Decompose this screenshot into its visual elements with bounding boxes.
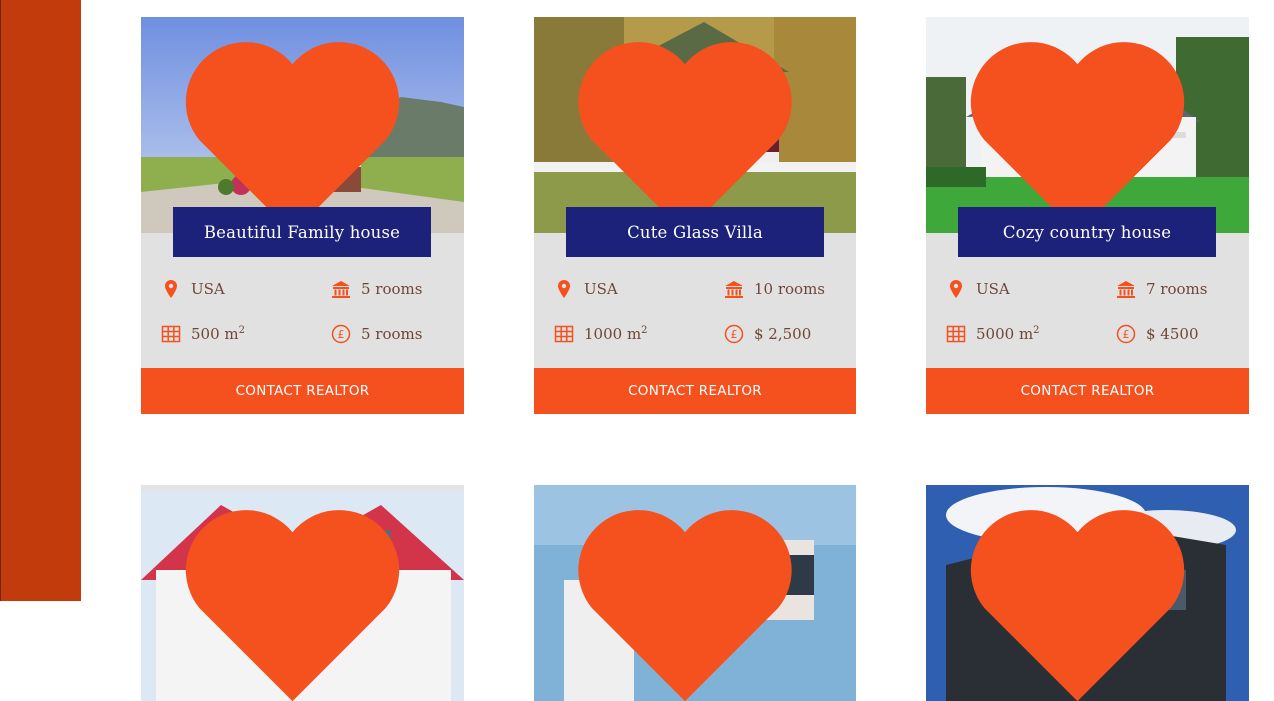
- favorite-heart-icon[interactable]: [926, 495, 1239, 701]
- grid-icon: [946, 325, 966, 343]
- listing-title: Cute Glass Villa: [566, 207, 824, 257]
- rooms-feature: 5 rooms: [331, 279, 422, 299]
- currency-icon: £: [331, 324, 351, 344]
- location-text: USA: [584, 280, 618, 298]
- area-text: 1000 m2: [584, 325, 648, 343]
- listing-card: Beautiful Family house USA 5 rooms 500 m…: [141, 17, 464, 414]
- grid-icon: [161, 325, 181, 343]
- price-feature: £ 5 rooms: [331, 324, 422, 344]
- listing-photo: [141, 17, 464, 233]
- favorite-heart-icon[interactable]: [141, 495, 454, 701]
- favorite-heart-icon[interactable]: [534, 27, 846, 233]
- listing-photo: [534, 485, 856, 701]
- listing-title: Cozy country house: [958, 207, 1216, 257]
- currency-icon: £: [1116, 324, 1136, 344]
- left-sidebar: [0, 0, 81, 601]
- listing-card: [534, 485, 856, 701]
- listing-photo: [926, 485, 1249, 701]
- rooms-text: 10 rooms: [754, 280, 826, 298]
- map-pin-icon: [165, 280, 177, 298]
- svg-text:£: £: [731, 328, 738, 341]
- location-text: USA: [976, 280, 1010, 298]
- contact-realtor-button[interactable]: CONTACT REALTOR: [141, 368, 464, 414]
- location-feature: USA: [554, 279, 618, 299]
- bank-icon: [332, 281, 350, 298]
- listing-card: [141, 485, 464, 701]
- favorite-heart-icon[interactable]: [534, 495, 846, 701]
- location-feature: USA: [161, 279, 225, 299]
- listing-card: Cute Glass Villa USA 10 rooms 1000 m2 £ …: [534, 17, 856, 414]
- price-feature: £ $ 2,500: [724, 324, 811, 344]
- area-feature: 500 m2: [161, 324, 245, 344]
- price-feature: £ $ 4500: [1116, 324, 1199, 344]
- listing-title: Beautiful Family house: [173, 207, 431, 257]
- contact-realtor-button[interactable]: CONTACT REALTOR: [534, 368, 856, 414]
- price-text: 5 rooms: [361, 325, 423, 343]
- rooms-feature: 7 rooms: [1116, 279, 1207, 299]
- price-text: $ 2,500: [754, 325, 812, 343]
- area-text: 5000 m2: [976, 325, 1040, 343]
- favorite-heart-icon[interactable]: [926, 27, 1239, 233]
- currency-icon: £: [724, 324, 744, 344]
- listing-photo: [534, 17, 856, 233]
- area-feature: 1000 m2: [554, 324, 648, 344]
- bank-icon: [1117, 281, 1135, 298]
- grid-icon: [554, 325, 574, 343]
- rooms-feature: 10 rooms: [724, 279, 825, 299]
- rooms-text: 7 rooms: [1146, 280, 1208, 298]
- contact-realtor-button[interactable]: CONTACT REALTOR: [926, 368, 1249, 414]
- listing-photo: [141, 485, 464, 701]
- listing-card: Cozy country house USA 7 rooms 5000 m2 £…: [926, 17, 1249, 414]
- svg-text:£: £: [338, 328, 345, 341]
- listing-card: [926, 485, 1249, 701]
- listing-photo: [926, 17, 1249, 233]
- bank-icon: [725, 281, 743, 298]
- area-text: 500 m2: [191, 325, 245, 343]
- location-text: USA: [191, 280, 225, 298]
- favorite-heart-icon[interactable]: [141, 27, 454, 233]
- map-pin-icon: [558, 280, 570, 298]
- area-feature: 5000 m2: [946, 324, 1040, 344]
- location-feature: USA: [946, 279, 1010, 299]
- svg-text:£: £: [1123, 328, 1130, 341]
- price-text: $ 4500: [1146, 325, 1199, 343]
- map-pin-icon: [950, 280, 962, 298]
- rooms-text: 5 rooms: [361, 280, 423, 298]
